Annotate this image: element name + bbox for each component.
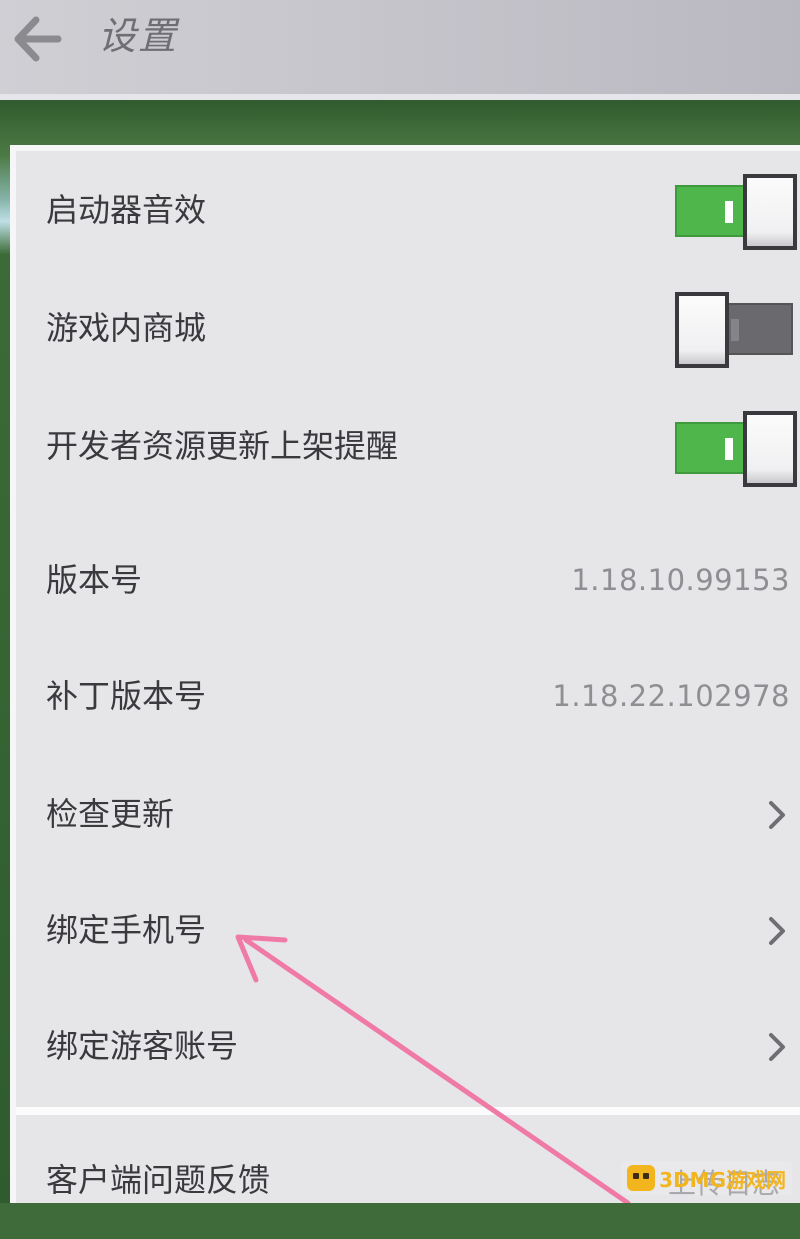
chevron-right-icon: [769, 801, 785, 829]
setting-label: 启动器音效: [46, 191, 207, 229]
setting-row-in-game-store: 游戏内商城: [16, 269, 800, 387]
setting-row-check-update[interactable]: 检查更新: [16, 755, 800, 873]
site-watermark: 3DMG游戏网: [621, 1161, 792, 1195]
chevron-right-icon: [769, 917, 785, 945]
setting-label: 开发者资源更新上架提醒: [46, 427, 399, 465]
gamepad-logo-icon: [627, 1165, 656, 1191]
header-bar: 设置: [0, 0, 800, 100]
setting-row-launcher-sound: 启动器音效: [16, 151, 800, 269]
setting-label: 游戏内商城: [46, 309, 207, 347]
toggle-knob: [743, 411, 797, 487]
setting-row-version: 版本号 1.18.10.99153: [16, 521, 800, 639]
dev-resource-reminder-toggle[interactable]: [675, 411, 797, 487]
in-game-store-toggle[interactable]: [675, 292, 793, 368]
toggle-knob: [675, 292, 729, 368]
version-value: 1.18.10.99153: [571, 563, 790, 597]
watermark-text: 3DMG游戏网: [659, 1167, 786, 1192]
setting-row-patch-version: 补丁版本号 1.18.22.102978: [16, 637, 800, 755]
toggle-track: [719, 303, 793, 355]
toggle-knob: [743, 174, 797, 250]
toggle-track: [675, 422, 747, 474]
settings-panel: 启动器音效 游戏内商城 开发者资源更新上架提醒 版本号 1.18.10.9915…: [10, 145, 800, 1203]
setting-label: 绑定游客账号: [46, 1027, 239, 1065]
setting-row-bind-guest-account[interactable]: 绑定游客账号: [16, 987, 800, 1105]
toggle-track: [675, 185, 747, 237]
setting-label: 绑定手机号: [46, 911, 207, 949]
patch-version-value: 1.18.22.102978: [552, 679, 790, 713]
setting-label: 客户端问题反馈: [46, 1161, 271, 1199]
setting-label: 版本号: [46, 561, 143, 599]
setting-row-dev-resource-reminder: 开发者资源更新上架提醒: [16, 387, 800, 505]
setting-label: 补丁版本号: [46, 677, 207, 715]
setting-row-bind-phone[interactable]: 绑定手机号: [16, 871, 800, 989]
page-title: 设置: [98, 14, 179, 58]
chevron-right-icon: [769, 1033, 785, 1061]
section-divider: [16, 1107, 800, 1115]
back-arrow-icon[interactable]: [10, 14, 62, 64]
launcher-sound-toggle[interactable]: [675, 174, 797, 250]
setting-label: 检查更新: [46, 795, 175, 833]
